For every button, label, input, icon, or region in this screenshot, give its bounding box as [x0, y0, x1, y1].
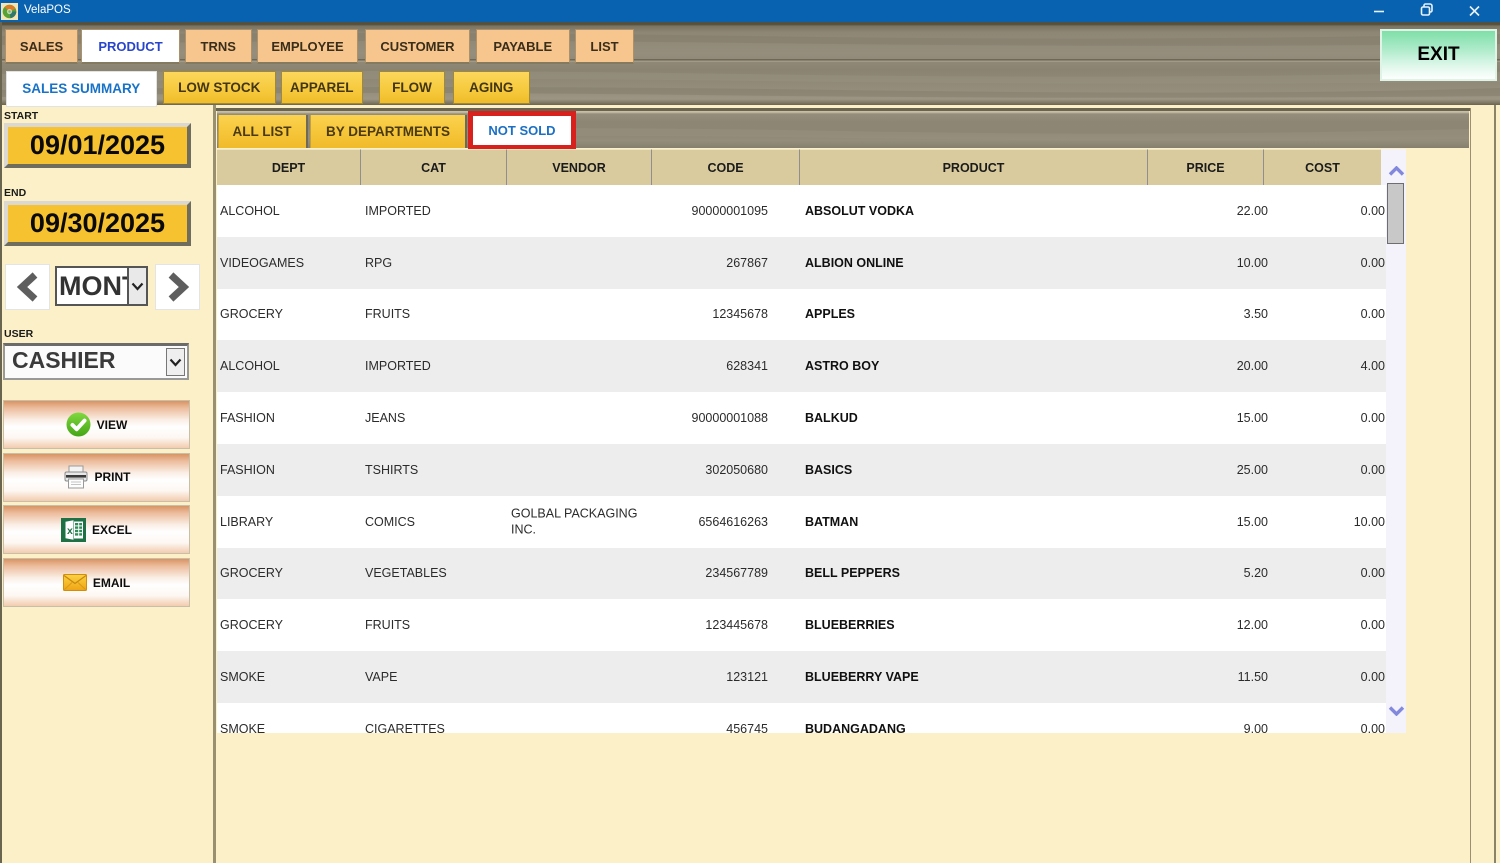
svg-text:x: x — [67, 525, 73, 537]
